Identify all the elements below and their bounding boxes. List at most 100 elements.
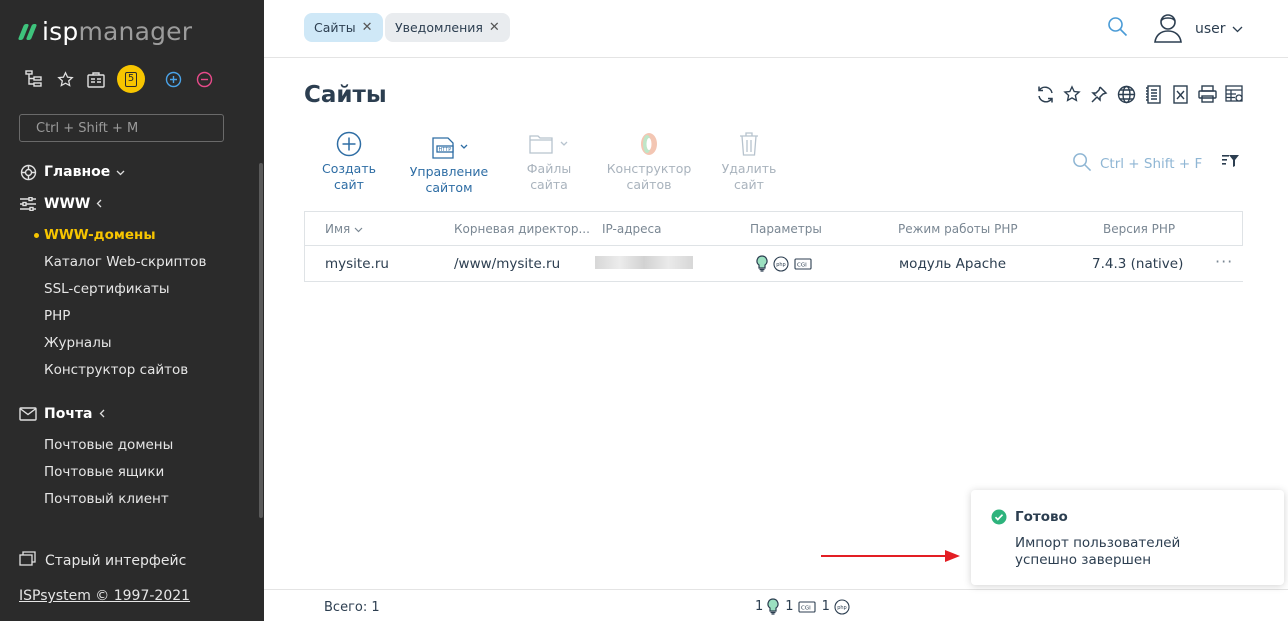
minus-circle-icon[interactable] [194,66,214,92]
sidebar-item-ssl[interactable]: SSL-сертификаты [0,276,260,303]
quick-toolbar: 5 [24,65,225,93]
user-name: user [1195,21,1226,37]
chevron-down-icon [354,227,363,233]
topbar: Сайты ✕ Уведомления ✕ user [264,0,1288,58]
cell-name: mysite.ru [325,256,389,272]
sidebar: ispmanager 5 Главное [0,0,264,621]
delete-site-label-2: сайт [734,177,764,192]
svg-text:HTTP: HTTP [439,147,452,153]
manage-site-button[interactable]: HTTP Управление сайтом [404,131,494,196]
delete-site-label-1: Удалить [721,161,777,176]
column-header-root[interactable]: Корневая директор... [454,222,590,236]
trash-icon [704,128,794,160]
sidebar-scrollbar[interactable] [259,163,263,518]
table-row[interactable]: mysite.ru /www/mysite.ru php CGI модуль … [304,246,1243,282]
total-count: Всего: 1 [324,600,380,615]
sidebar-item-site-builder[interactable]: Конструктор сайтов [0,357,260,384]
dashboard-icon [19,163,37,181]
search-icon[interactable] [1107,16,1128,41]
nav-group-www-label: WWW [44,196,91,212]
site-builder-button[interactable]: Конструктор сайтов [604,128,694,193]
print-icon[interactable] [1196,83,1218,105]
column-header-php-version[interactable]: Версия PHP [1103,222,1175,236]
nav-group-mail[interactable]: Почта [0,400,260,428]
star-icon[interactable] [1061,83,1083,105]
site-files-button[interactable]: Файлы сайта [504,128,594,193]
old-interface-link[interactable]: Старый интерфейс [19,551,186,570]
tab-sites[interactable]: Сайты ✕ [304,13,383,42]
nav-group-main-label: Главное [44,164,111,180]
table-settings-icon[interactable] [1223,83,1245,105]
column-header-name[interactable]: Имя [325,222,363,236]
badge-count: 5 [125,71,137,87]
more-horizontal-icon[interactable]: ··· [1215,252,1233,271]
sliders-icon [19,195,37,213]
folder-icon [504,128,594,160]
cell-php-mode: модуль Apache [899,256,1007,272]
close-icon[interactable]: ✕ [489,20,500,35]
count-cgi: 1 [785,599,794,614]
sidebar-item-logs[interactable]: Журналы [0,330,260,357]
filter-icon[interactable] [1222,153,1240,173]
plus-circle-icon[interactable] [163,66,183,92]
create-site-button[interactable]: Создать сайт [304,128,394,193]
sidebar-search-input[interactable] [19,114,224,142]
check-circle-icon [991,509,1007,529]
ssl-bulb-icon [756,255,768,276]
site-builder-label-2: сайтов [626,177,672,192]
tree-icon[interactable] [24,66,44,92]
doc-icon[interactable] [1142,83,1164,105]
notes-badge-icon[interactable]: 5 [117,65,145,93]
user-menu[interactable]: user [1151,10,1243,48]
pin-icon[interactable] [1088,83,1110,105]
nav-group-www[interactable]: WWW [0,190,260,218]
column-header-php-mode[interactable]: Режим работы PHP [898,222,1018,236]
excel-icon[interactable] [1169,83,1191,105]
http-settings-icon: HTTP [404,131,494,163]
cell-root: /www/mysite.ru [454,256,561,272]
svg-text:php: php [837,605,847,611]
nav-group-main[interactable]: Главное [0,158,260,186]
copyright-link[interactable]: ISPsystem © 1997-2021 [19,588,190,604]
sidebar-item-mail-domains[interactable]: Почтовые домены [0,432,260,459]
footer-counts: 1 1 CGI 1 php [755,598,856,615]
column-header-params[interactable]: Параметры [750,222,822,236]
chevron-left-icon [96,198,102,211]
tab-notifications-label: Уведомления [395,20,483,35]
svg-text:CGI: CGI [797,262,807,268]
sidebar-item-php[interactable]: PHP [0,303,260,330]
briefcase-icon[interactable] [86,66,106,92]
close-icon[interactable]: ✕ [362,20,373,35]
column-header-ip[interactable]: IP-адреса [602,222,661,236]
logo-isp-text: isp [42,17,79,46]
star-icon[interactable] [55,66,75,92]
table-search[interactable]: Ctrl + Shift + F [1072,152,1202,176]
php-icon: php [773,255,789,276]
envelope-icon [19,405,37,423]
site-files-label-2: сайта [530,177,568,192]
notification-toast[interactable]: Готово Импорт пользователей успешно заве… [971,490,1284,585]
sidebar-item-mailboxes[interactable]: Почтовые ящики [0,459,260,486]
toast-title: Готово [1015,509,1068,525]
count-php: 1 [821,599,830,614]
sidebar-item-web-scripts[interactable]: Каталог Web-скриптов [0,249,260,276]
annotation-arrow-icon [821,550,960,562]
tab-notifications[interactable]: Уведомления ✕ [385,13,510,42]
windows-icon [19,551,36,570]
php-icon: php [834,598,850,615]
refresh-icon[interactable] [1034,83,1056,105]
manage-site-label-2: сайтом [425,180,473,195]
logo[interactable]: isp manager [17,17,192,46]
site-builder-icon [604,128,694,160]
page-toolbar [1034,83,1250,105]
plus-circle-icon [304,128,394,160]
globe-icon[interactable] [1115,83,1137,105]
delete-site-button[interactable]: Удалить сайт [704,128,794,193]
sidebar-item-www-domains[interactable]: WWW-домены [0,222,260,249]
sidebar-item-mail-client[interactable]: Почтовый клиент [0,486,260,513]
nav-group-mail-label: Почта [44,406,93,422]
chevron-left-icon [99,408,105,421]
cgi-icon: CGI [794,257,812,274]
site-builder-label-1: Конструктор [606,161,692,176]
table-search-placeholder: Ctrl + Shift + F [1100,156,1203,172]
